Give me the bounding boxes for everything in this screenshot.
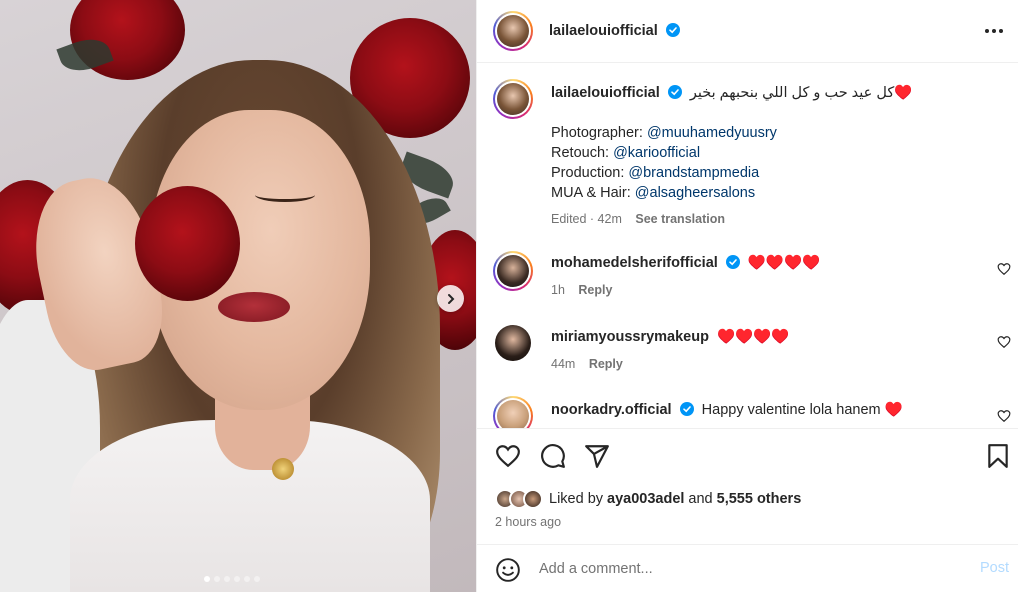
avatar xyxy=(523,489,543,509)
liked-by-and: and xyxy=(688,491,713,507)
share-send-icon[interactable] xyxy=(584,443,610,469)
comment-input[interactable] xyxy=(539,557,959,581)
reply-button[interactable]: Reply xyxy=(589,357,623,371)
header-username[interactable]: lailaelouiofficial xyxy=(549,23,658,39)
verified-badge-icon xyxy=(667,85,682,99)
caption: lailaelouiofficial ♥️كل عيد حب و كل اللي… xyxy=(551,83,1001,226)
carousel-dot xyxy=(244,576,250,582)
carousel-dot xyxy=(214,576,220,582)
see-translation-link[interactable]: See translation xyxy=(635,212,725,226)
avatar[interactable] xyxy=(493,11,533,51)
mention-link[interactable]: @karioofficial xyxy=(613,145,700,161)
emoji-icon[interactable] xyxy=(495,557,521,583)
carousel-dot xyxy=(224,576,230,582)
comments-list[interactable]: lailaelouiofficial ♥️كل عيد حب و كل اللي… xyxy=(477,64,1018,428)
comment-text: Happy valentine lola hanem ♥️ xyxy=(701,402,903,418)
comment-username[interactable]: miriamyoussrymakeup xyxy=(551,329,709,345)
like-comment-heart-icon[interactable] xyxy=(997,409,1011,423)
header-username-row: lailaelouiofficial xyxy=(549,22,681,40)
carousel-dot xyxy=(204,576,210,582)
liked-by-prefix: Liked by xyxy=(549,491,604,507)
comment: miriamyoussrymakeup ♥️♥️♥️♥️ 44m Reply xyxy=(551,327,971,371)
post-side-panel: lailaelouiofficial lailaelouiofficial ♥️… xyxy=(476,0,1018,592)
comment-text: ♥️♥️♥️♥️ xyxy=(717,329,790,345)
credit-line: Photographer: @muuhamedyuusry xyxy=(551,125,777,141)
post-actions: Liked by aya003adel and 5,555 others 2 h… xyxy=(477,428,1018,544)
carousel-dots xyxy=(204,576,260,582)
post-time[interactable]: 2 hours ago xyxy=(495,515,561,529)
post-comment-button[interactable]: Post xyxy=(980,560,1009,576)
lips xyxy=(218,292,290,322)
more-horizontal-icon[interactable] xyxy=(983,20,1005,42)
caption-username[interactable]: lailaelouiofficial xyxy=(551,85,660,101)
credit-line: MUA & Hair: @alsagheersalons xyxy=(551,185,756,201)
credit-line: Production: @brandstampmedia xyxy=(551,165,760,181)
closed-eye xyxy=(255,188,315,202)
post-header: lailaelouiofficial xyxy=(477,0,1018,63)
reply-button[interactable]: Reply xyxy=(578,283,612,297)
avatar[interactable] xyxy=(493,79,533,119)
avatar[interactable] xyxy=(495,325,531,361)
comment-bubble-icon[interactable] xyxy=(540,443,566,469)
avatar[interactable] xyxy=(493,396,533,428)
shirt-button xyxy=(272,458,294,480)
comment-time: 44m xyxy=(551,357,576,371)
comment-username[interactable]: noorkadry.official xyxy=(551,402,672,418)
like-comment-heart-icon[interactable] xyxy=(997,335,1011,349)
comment: noorkadry.official Happy valentine lola … xyxy=(551,400,971,420)
liked-by-user[interactable]: aya003adel xyxy=(607,491,684,507)
carousel-dot xyxy=(254,576,260,582)
add-comment-bar: Post xyxy=(477,544,1018,592)
credit-line: Retouch: @karioofficial xyxy=(551,145,701,161)
comment: mohamedelsherifofficial ♥️♥️♥️♥️ 1h Repl… xyxy=(551,253,971,297)
verified-badge-icon xyxy=(666,23,681,37)
carousel-dot xyxy=(234,576,240,582)
held-rose xyxy=(135,186,240,301)
mention-link[interactable]: @muuhamedyuusry xyxy=(647,125,777,141)
edited-time: Edited · 42m xyxy=(551,212,622,226)
comment-time: 1h xyxy=(551,283,565,297)
like-heart-icon[interactable] xyxy=(495,443,521,469)
caption-meta: Edited · 42m See translation xyxy=(551,212,1001,226)
post-image[interactable] xyxy=(0,0,476,592)
bookmark-icon[interactable] xyxy=(985,443,1011,469)
chevron-right-icon xyxy=(447,293,454,304)
caption-text: ♥️كل عيد حب و كل اللي بنحبهم بخير xyxy=(689,85,913,101)
verified-badge-icon xyxy=(725,255,740,269)
mention-link[interactable]: @brandstampmedia xyxy=(628,165,759,181)
likes-summary: Liked by aya003adel and 5,555 others xyxy=(495,489,801,509)
comment-text: ♥️♥️♥️♥️ xyxy=(747,255,821,271)
comment-username[interactable]: mohamedelsherifofficial xyxy=(551,255,718,271)
avatar[interactable] xyxy=(493,251,533,291)
likes-count[interactable]: 5,555 others xyxy=(717,491,802,507)
mention-link[interactable]: @alsagheersalons xyxy=(635,185,755,201)
verified-badge-icon xyxy=(679,402,694,416)
next-image-button[interactable] xyxy=(437,285,464,312)
like-comment-heart-icon[interactable] xyxy=(997,262,1011,276)
